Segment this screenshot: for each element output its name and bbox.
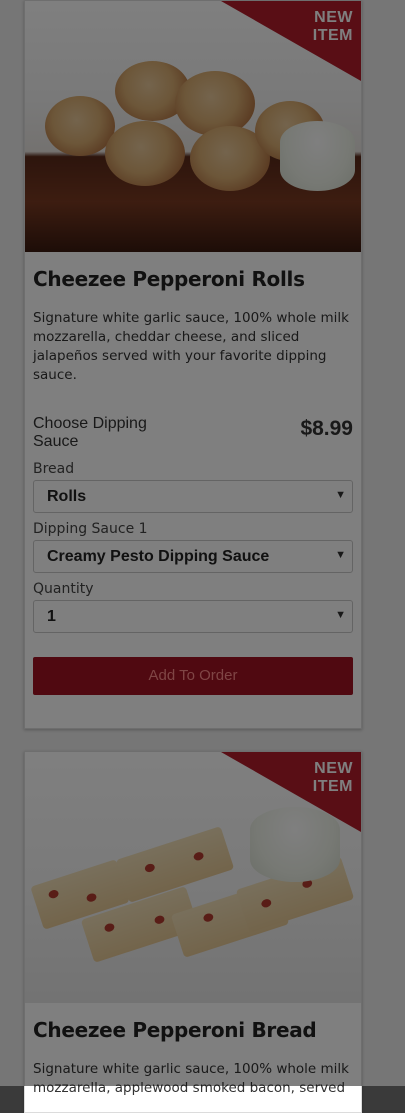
bread-select-value: Rolls (47, 488, 87, 505)
menu-item-card: NEW ITEM Cheezee Pepperoni Bread Signatu… (24, 751, 362, 1113)
bread-label: Bread (33, 461, 75, 477)
item-description: Signature white garlic sauce, 100% whole… (33, 310, 349, 383)
menu-page: NEW ITEM Cheezee Pepperoni Rolls Signatu… (0, 0, 405, 1113)
new-item-badge-text: NEW ITEM (312, 760, 353, 795)
add-to-order-button[interactable]: Add To Order (33, 657, 353, 695)
item-price: $8.99 (300, 417, 353, 440)
item-title: Cheezee Pepperoni Bread (33, 1018, 317, 1042)
bread-select[interactable]: Rolls ▼ (33, 480, 353, 513)
item-photo: NEW ITEM (25, 752, 361, 1003)
new-item-badge-text: NEW ITEM (312, 9, 353, 44)
quantity-label: Quantity (33, 581, 94, 597)
chevron-down-icon: ▼ (335, 609, 346, 621)
dipping-sauce-label: Dipping Sauce 1 (33, 521, 148, 537)
item-description: Signature white garlic sauce, 100% whole… (33, 1061, 349, 1096)
chevron-down-icon: ▼ (335, 489, 346, 501)
dipping-sauce-select[interactable]: Creamy Pesto Dipping Sauce ▼ (33, 540, 353, 573)
new-item-badge: NEW ITEM (221, 1, 361, 81)
quantity-select-value: 1 (47, 608, 56, 625)
dipping-sauce-select-value: Creamy Pesto Dipping Sauce (47, 548, 270, 565)
quantity-select[interactable]: 1 ▼ (33, 600, 353, 633)
chevron-down-icon: ▼ (335, 549, 346, 561)
menu-item-card: NEW ITEM Cheezee Pepperoni Rolls Signatu… (24, 0, 362, 729)
item-photo: NEW ITEM (25, 1, 361, 252)
choose-sauce-label: Choose Dipping Sauce (33, 415, 147, 450)
item-title: Cheezee Pepperoni Rolls (33, 267, 305, 291)
